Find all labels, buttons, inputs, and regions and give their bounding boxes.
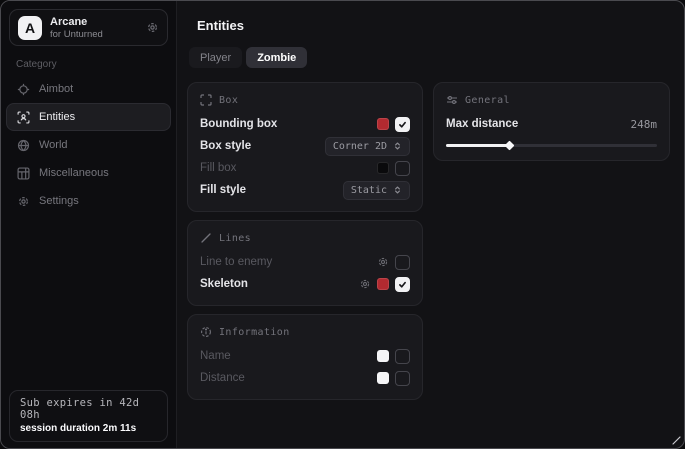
page-title: Entities	[197, 18, 670, 33]
dropdown-value: Corner 2D	[333, 141, 387, 152]
information-card: Information Name Distance	[187, 314, 423, 400]
setting-label: Bounding box	[200, 118, 277, 130]
color-swatch[interactable]	[377, 278, 389, 290]
sidebar-item-aimbot[interactable]: Aimbot	[6, 75, 171, 103]
right-column: General Max distance 248m	[433, 82, 670, 161]
sidebar: A Arcane for Unturned Category Aimbot	[1, 1, 177, 448]
sliders-icon	[446, 94, 458, 106]
sidebar-item-label: Aimbot	[39, 83, 73, 95]
subscription-status-card: Sub expires in 42d 08h session duration …	[9, 390, 168, 442]
app-logo: A	[18, 16, 42, 40]
sidebar-item-settings[interactable]: Settings	[6, 187, 171, 215]
app-name: Arcane	[50, 16, 103, 28]
chevron-updown-icon	[393, 141, 402, 151]
max-distance-slider[interactable]	[446, 141, 657, 150]
checkbox-unchecked[interactable]	[395, 255, 410, 270]
sidebar-item-entities[interactable]: Entities	[6, 103, 171, 131]
sidebar-nav: Aimbot Entities World	[1, 75, 176, 215]
sidebar-item-label: Settings	[39, 195, 79, 207]
session-duration-text: session duration 2m 11s	[20, 423, 157, 434]
gear-icon[interactable]	[377, 256, 389, 268]
left-column: Box Bounding box Box style	[187, 82, 423, 400]
diagonal-line-icon	[200, 232, 212, 244]
tab-bar: Player Zombie	[189, 47, 670, 68]
info-icon	[200, 326, 212, 338]
setting-row-bounding-box: Bounding box	[200, 113, 410, 135]
checkbox-unchecked[interactable]	[395, 349, 410, 364]
app-subtitle: for Unturned	[50, 29, 103, 40]
slider-thumb[interactable]	[505, 141, 515, 151]
checkbox-checked[interactable]	[395, 277, 410, 292]
setting-label: Max distance	[446, 118, 518, 130]
setting-label: Line to enemy	[200, 256, 272, 268]
sub-expires-text: Sub expires in 42d 08h	[20, 397, 157, 421]
box-style-dropdown[interactable]: Corner 2D	[325, 137, 410, 156]
bounding-box-icon	[200, 94, 212, 106]
card-title: Lines	[219, 233, 251, 244]
app-window: A Arcane for Unturned Category Aimbot	[0, 0, 685, 449]
color-swatch[interactable]	[377, 118, 389, 130]
gear-icon	[17, 195, 30, 208]
setting-label: Name	[200, 350, 231, 362]
sidebar-item-miscellaneous[interactable]: Miscellaneous	[6, 159, 171, 187]
max-distance-value: 248m	[631, 118, 658, 131]
tab-player[interactable]: Player	[189, 47, 242, 68]
scan-icon	[17, 111, 30, 124]
checkbox-unchecked[interactable]	[395, 161, 410, 176]
category-label: Category	[16, 59, 176, 70]
general-card: General Max distance 248m	[433, 82, 670, 161]
lines-card-header: Lines	[200, 232, 410, 244]
sidebar-item-label: Miscellaneous	[39, 167, 109, 179]
card-title: General	[465, 95, 510, 106]
gear-icon[interactable]	[146, 21, 159, 34]
sidebar-item-label: World	[39, 139, 68, 151]
setting-row-skeleton: Skeleton	[200, 273, 410, 295]
color-swatch[interactable]	[377, 350, 389, 362]
chevron-updown-icon	[393, 185, 402, 195]
general-card-header: General	[446, 94, 657, 106]
setting-label: Fill box	[200, 162, 236, 174]
setting-label: Distance	[200, 372, 245, 384]
card-title: Information	[219, 327, 290, 338]
setting-label: Skeleton	[200, 278, 248, 290]
color-swatch[interactable]	[377, 372, 389, 384]
sidebar-item-world[interactable]: World	[6, 131, 171, 159]
tab-zombie[interactable]: Zombie	[246, 47, 307, 68]
fill-style-dropdown[interactable]: Static	[343, 181, 410, 200]
card-title: Box	[219, 95, 238, 106]
information-card-header: Information	[200, 326, 410, 338]
sidebar-item-label: Entities	[39, 111, 75, 123]
globe-icon	[17, 139, 30, 152]
slider-fill	[446, 144, 509, 147]
setting-row-fill-box: Fill box	[200, 157, 410, 179]
checkbox-unchecked[interactable]	[395, 371, 410, 386]
setting-row-max-distance: Max distance 248m	[446, 113, 657, 135]
color-swatch[interactable]	[377, 162, 389, 174]
setting-label: Box style	[200, 140, 251, 152]
setting-row-name: Name	[200, 345, 410, 367]
box-card: Box Bounding box Box style	[187, 82, 423, 212]
setting-label: Fill style	[200, 184, 246, 196]
app-title-block: Arcane for Unturned	[50, 16, 103, 40]
app-header: A Arcane for Unturned	[9, 9, 168, 46]
lines-card: Lines Line to enemy	[187, 220, 423, 306]
crosshair-icon	[17, 83, 30, 96]
setting-row-box-style: Box style Corner 2D	[200, 135, 410, 157]
content-area: Box Bounding box Box style	[187, 82, 670, 400]
setting-row-line-to-enemy: Line to enemy	[200, 251, 410, 273]
resize-handle-icon[interactable]	[671, 435, 681, 445]
dropdown-value: Static	[351, 185, 387, 196]
box-card-header: Box	[200, 94, 410, 106]
main-panel: Entities Player Zombie Box	[177, 1, 684, 448]
grid-icon	[17, 167, 30, 180]
setting-row-fill-style: Fill style Static	[200, 179, 410, 201]
setting-row-distance: Distance	[200, 367, 410, 389]
checkbox-checked[interactable]	[395, 117, 410, 132]
gear-icon[interactable]	[359, 278, 371, 290]
